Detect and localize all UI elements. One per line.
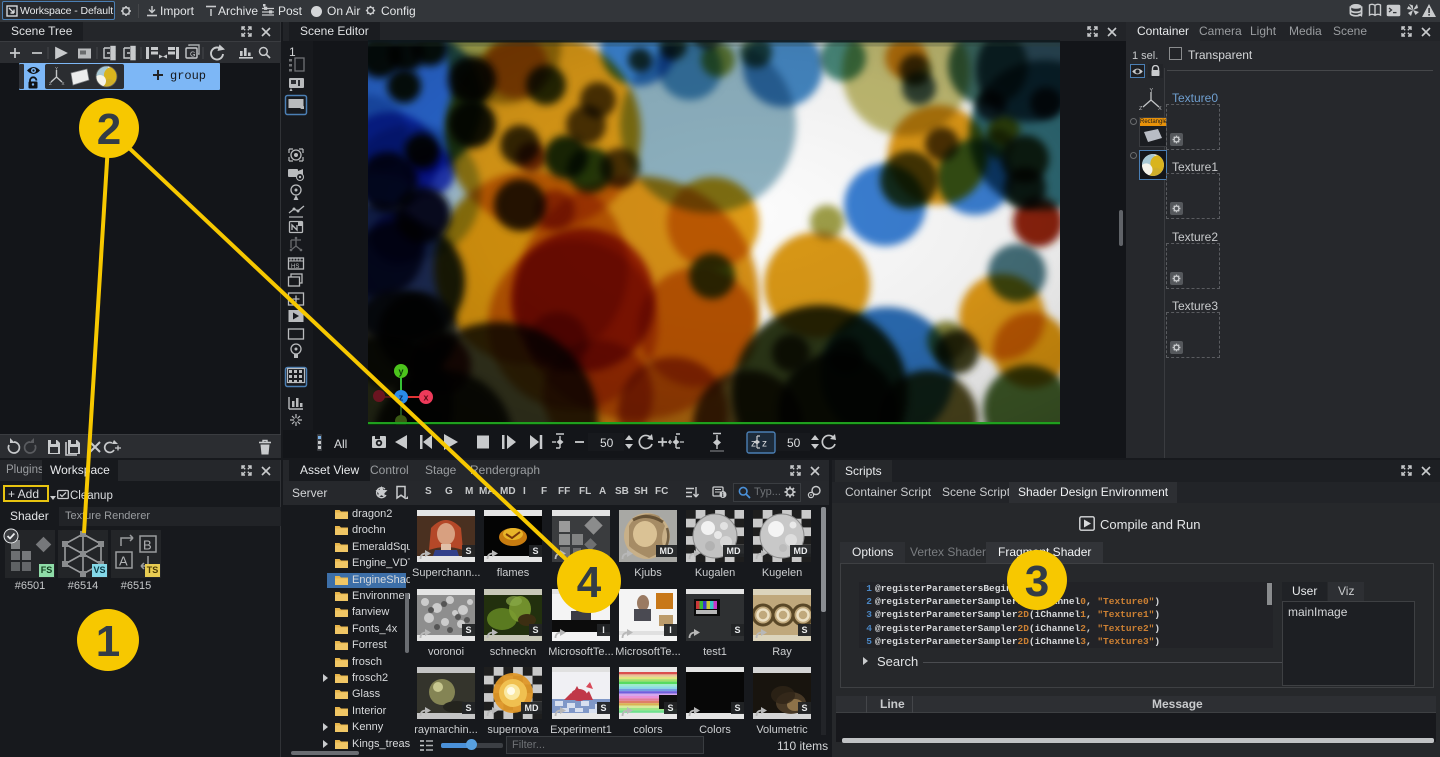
svg-text:y: y [398,367,403,377]
svg-text:50: 50 [600,436,614,450]
svg-text:z: z [399,393,404,403]
svg-text:Y: Y [55,67,58,71]
svg-text:G: G [190,52,195,59]
svg-text:50: 50 [787,436,801,450]
svg-text:z: z [762,439,767,450]
svg-text:Z: Z [1139,106,1143,112]
svg-text:X: X [62,81,65,86]
svg-text:i: i [722,491,724,499]
svg-text:Y: Y [1150,88,1154,94]
svg-text:A: A [119,554,128,569]
svg-text:All: All [334,437,347,451]
svg-text:X: X [1158,106,1162,112]
svg-text:B: B [143,538,152,553]
svg-text:HS: HS [291,264,299,270]
svg-text:x: x [423,393,428,403]
svg-text:Z: Z [49,81,52,86]
svg-text:z: z [751,439,756,450]
